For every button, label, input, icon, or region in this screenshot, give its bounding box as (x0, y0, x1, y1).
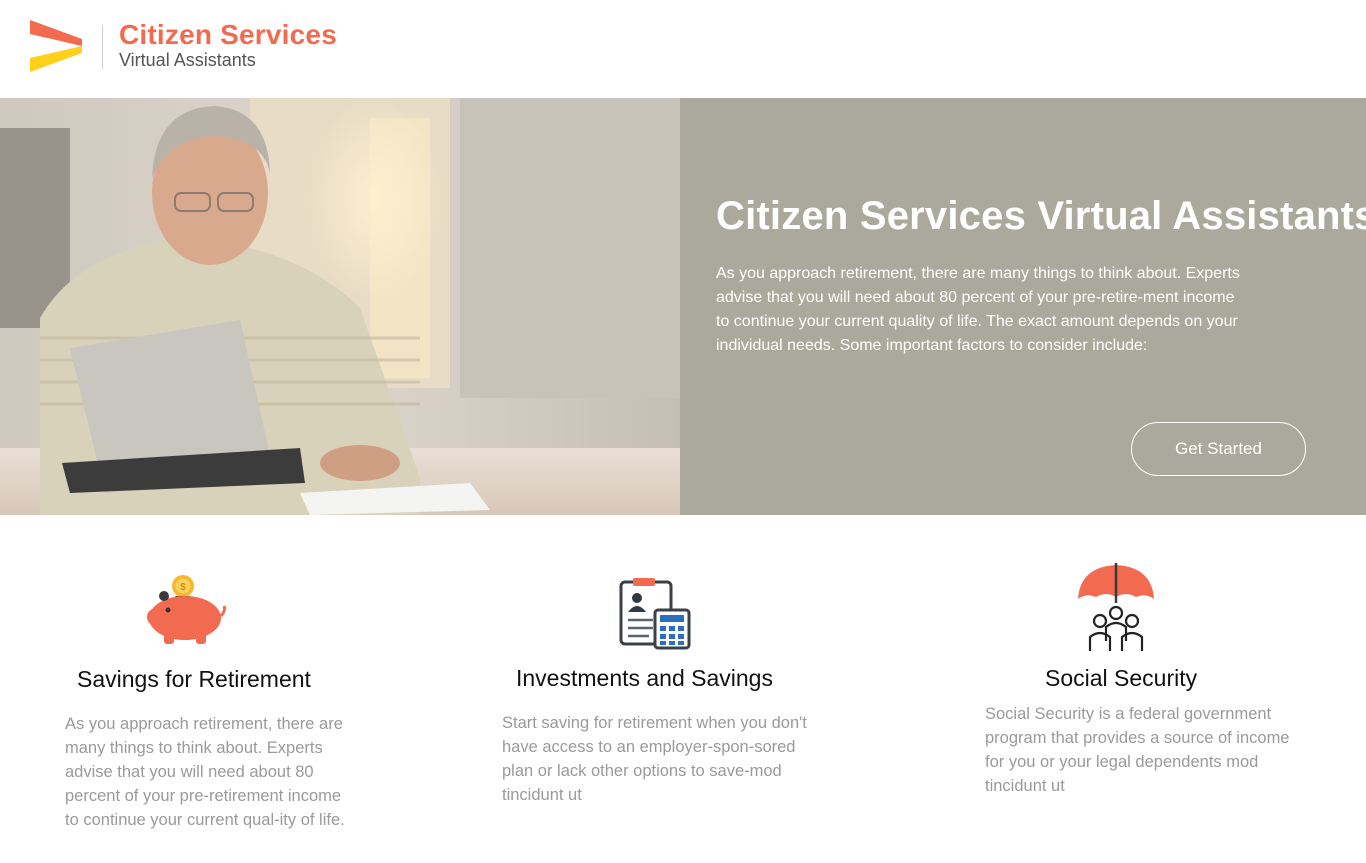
feature-title-savings: Savings for Retirement (77, 666, 311, 692)
feature-text-investments: Start saving for retirement when you don… (502, 714, 807, 804)
site-header: Citizen Services Virtual Assistants (0, 0, 1366, 98)
chevron-logo-icon[interactable] (30, 20, 82, 72)
hero-illustration (0, 98, 680, 515)
piggy-bank-icon: $ (147, 575, 226, 644)
hero-description: As you approach retirement, there are ma… (716, 265, 1240, 354)
hero-image (0, 98, 680, 515)
feature-social-security: Social Security Social Security is a fed… (910, 515, 1366, 863)
feature-title-investments: Investments and Savings (516, 665, 773, 691)
feature-savings: $ Savings for Retirement As you approach… (0, 515, 455, 863)
svg-text:$: $ (180, 582, 186, 593)
hero-section: Citizen Services Virtual Assistants As y… (0, 98, 1366, 515)
feature-text-savings: As you approach retirement, there are ma… (65, 715, 345, 829)
get-started-button[interactable]: Get Started (1131, 422, 1306, 476)
feature-title-social-security: Social Security (1045, 665, 1198, 691)
brand-title[interactable]: Citizen Services (119, 19, 337, 51)
umbrella-family-icon (1078, 563, 1154, 651)
hero-title: Citizen Services Virtual Assistants (716, 194, 1366, 238)
hero-panel: Citizen Services Virtual Assistants As y… (680, 98, 1366, 515)
feature-text-social-security: Social Security is a federal government … (985, 705, 1290, 795)
feature-investments: Investments and Savings Start saving for… (455, 515, 910, 863)
logo-divider (102, 25, 103, 69)
brand-subtitle: Virtual Assistants (119, 50, 256, 70)
clipboard-calculator-icon (619, 578, 691, 650)
